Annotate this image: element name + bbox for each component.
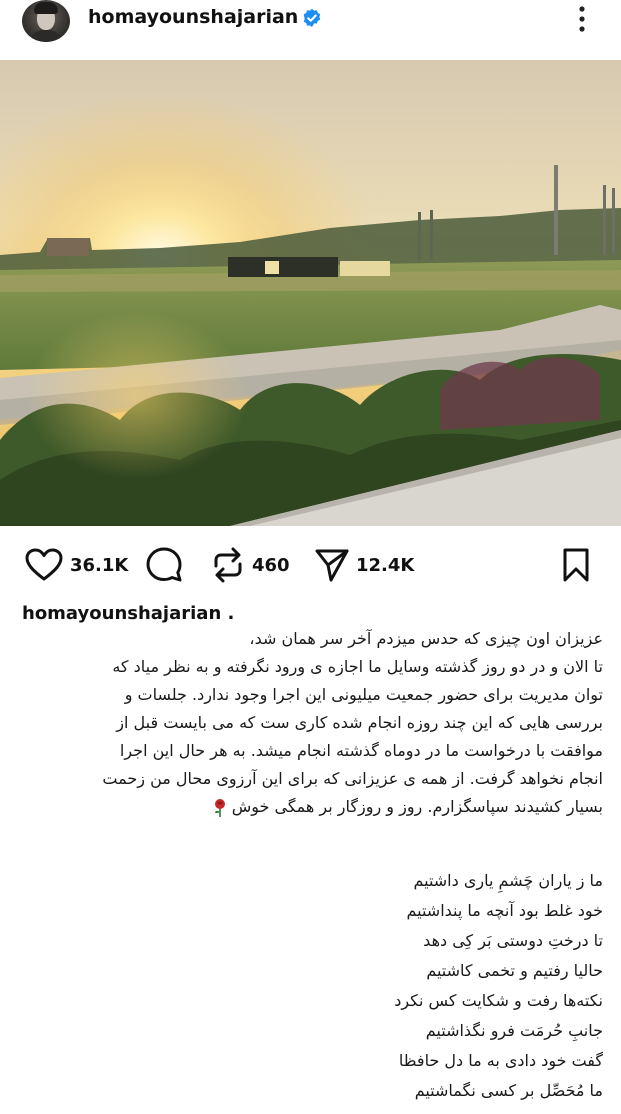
bookmark-icon bbox=[563, 548, 589, 582]
rose-emoji-icon bbox=[214, 798, 225, 817]
caption-line: عزیزان اون چیزی که حدس میزدم آخر سر همان… bbox=[249, 629, 603, 648]
share-button[interactable]: 12.4K bbox=[314, 540, 414, 590]
poem-text: ما ز یاران چَشمِ یاری داشتیم خود غلط بود… bbox=[20, 866, 603, 1106]
verified-badge-icon bbox=[303, 8, 321, 28]
caption-last-line: بسیار کشیدند سپاسگزارم. روز و روزگار بر … bbox=[20, 793, 603, 821]
like-count: 36.1K bbox=[70, 554, 129, 576]
send-icon bbox=[315, 549, 349, 582]
caption-line: توان مدیریت برای حضور جمعیت میلیونی این … bbox=[124, 685, 603, 704]
post-photo[interactable] bbox=[0, 60, 621, 526]
caption-text: عزیزان اون چیزی که حدس میزدم آخر سر همان… bbox=[20, 625, 603, 821]
repost-icon bbox=[214, 547, 242, 583]
poem-line: تا درختِ دوستی بَر کِی دهد bbox=[423, 931, 603, 950]
caption-line: تا الان و در دو روز گذشته وسایل ما اجازه… bbox=[112, 657, 603, 676]
poem-line: حالیا رفتیم و تخمی کاشتیم bbox=[426, 961, 603, 980]
poem-line: خود غلط بود آنچه ما پنداشتیم bbox=[406, 901, 604, 920]
comment-button[interactable] bbox=[145, 540, 183, 590]
heart-icon bbox=[25, 548, 63, 581]
like-button[interactable]: 36.1K bbox=[24, 540, 128, 590]
avatar[interactable] bbox=[22, 0, 70, 42]
repost-button[interactable]: 460 bbox=[210, 540, 290, 590]
username[interactable]: homayounshajarian bbox=[88, 6, 298, 28]
caption-line: بررسی هایی که این چند روزه انجام شده کار… bbox=[116, 713, 603, 732]
caption-line: بسیار کشیدند سپاسگزارم. روز و روزگار بر … bbox=[231, 797, 603, 816]
action-bar: 36.1K 460 12.4K bbox=[0, 540, 621, 590]
caption-line: موافقت با درخواست ما در دوماه گذشته انجا… bbox=[119, 741, 603, 760]
poem-line: جانبِ حُرمَت فرو نگذاشتیم bbox=[425, 1021, 603, 1040]
post-header: homayounshajarian bbox=[0, 0, 621, 48]
share-count: 12.4K bbox=[356, 554, 415, 576]
poem-line: نکته‌ها رفت و شکایت کس نکرد bbox=[394, 991, 603, 1010]
caption-author[interactable]: homayounshajarian . bbox=[22, 603, 234, 624]
poem-line: ما مُحَصِّل بر کسی نگماشتیم bbox=[414, 1081, 603, 1100]
poem-line: ما ز یاران چَشمِ یاری داشتیم bbox=[413, 871, 603, 890]
comment-icon bbox=[146, 547, 182, 582]
poem-line: گفت خود دادی به ما دل حافظا bbox=[398, 1051, 603, 1070]
caption-line: انجام نخواهد گرفت. از همه ی عزیزانی که ب… bbox=[102, 769, 603, 788]
more-options-icon[interactable] bbox=[576, 2, 588, 36]
repost-count: 460 bbox=[252, 554, 290, 576]
save-button[interactable] bbox=[561, 540, 591, 590]
